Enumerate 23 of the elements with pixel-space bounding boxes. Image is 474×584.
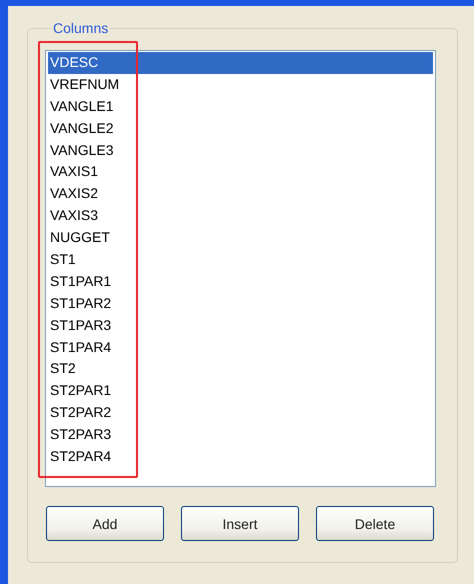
list-item[interactable]: ST1PAR4	[48, 336, 433, 358]
list-item[interactable]: ST1PAR2	[48, 292, 433, 315]
list-item[interactable]: ST1	[48, 249, 433, 271]
list-item[interactable]: VAXIS2	[48, 183, 433, 206]
group-title: Columns	[52, 20, 110, 36]
list-item[interactable]: VANGLE3	[48, 140, 433, 162]
add-button[interactable]: Add	[46, 506, 164, 541]
list-item[interactable]: VREFNUM	[48, 74, 433, 96]
delete-button[interactable]: Delete	[316, 506, 434, 541]
list-item[interactable]: NUGGET	[48, 227, 433, 250]
list-item[interactable]: VANGLE1	[48, 96, 433, 118]
list-item[interactable]: VDESC	[48, 52, 433, 74]
list-item[interactable]: ST2PAR4	[48, 446, 433, 468]
list-item[interactable]: VANGLE2	[48, 118, 433, 140]
insert-button[interactable]: Insert	[181, 506, 299, 541]
list-item[interactable]: ST2PAR2	[48, 402, 433, 424]
list-item[interactable]: ST1PAR1	[48, 270, 433, 293]
list-item[interactable]: VAXIS3	[48, 205, 433, 228]
list-item[interactable]: ST2PAR3	[48, 424, 433, 446]
list-item[interactable]: ST2	[48, 358, 433, 380]
list-item[interactable]: ST1PAR3	[48, 314, 433, 337]
list-item[interactable]: ST2PAR1	[48, 380, 433, 402]
list-item[interactable]: VAXIS1	[48, 161, 433, 184]
